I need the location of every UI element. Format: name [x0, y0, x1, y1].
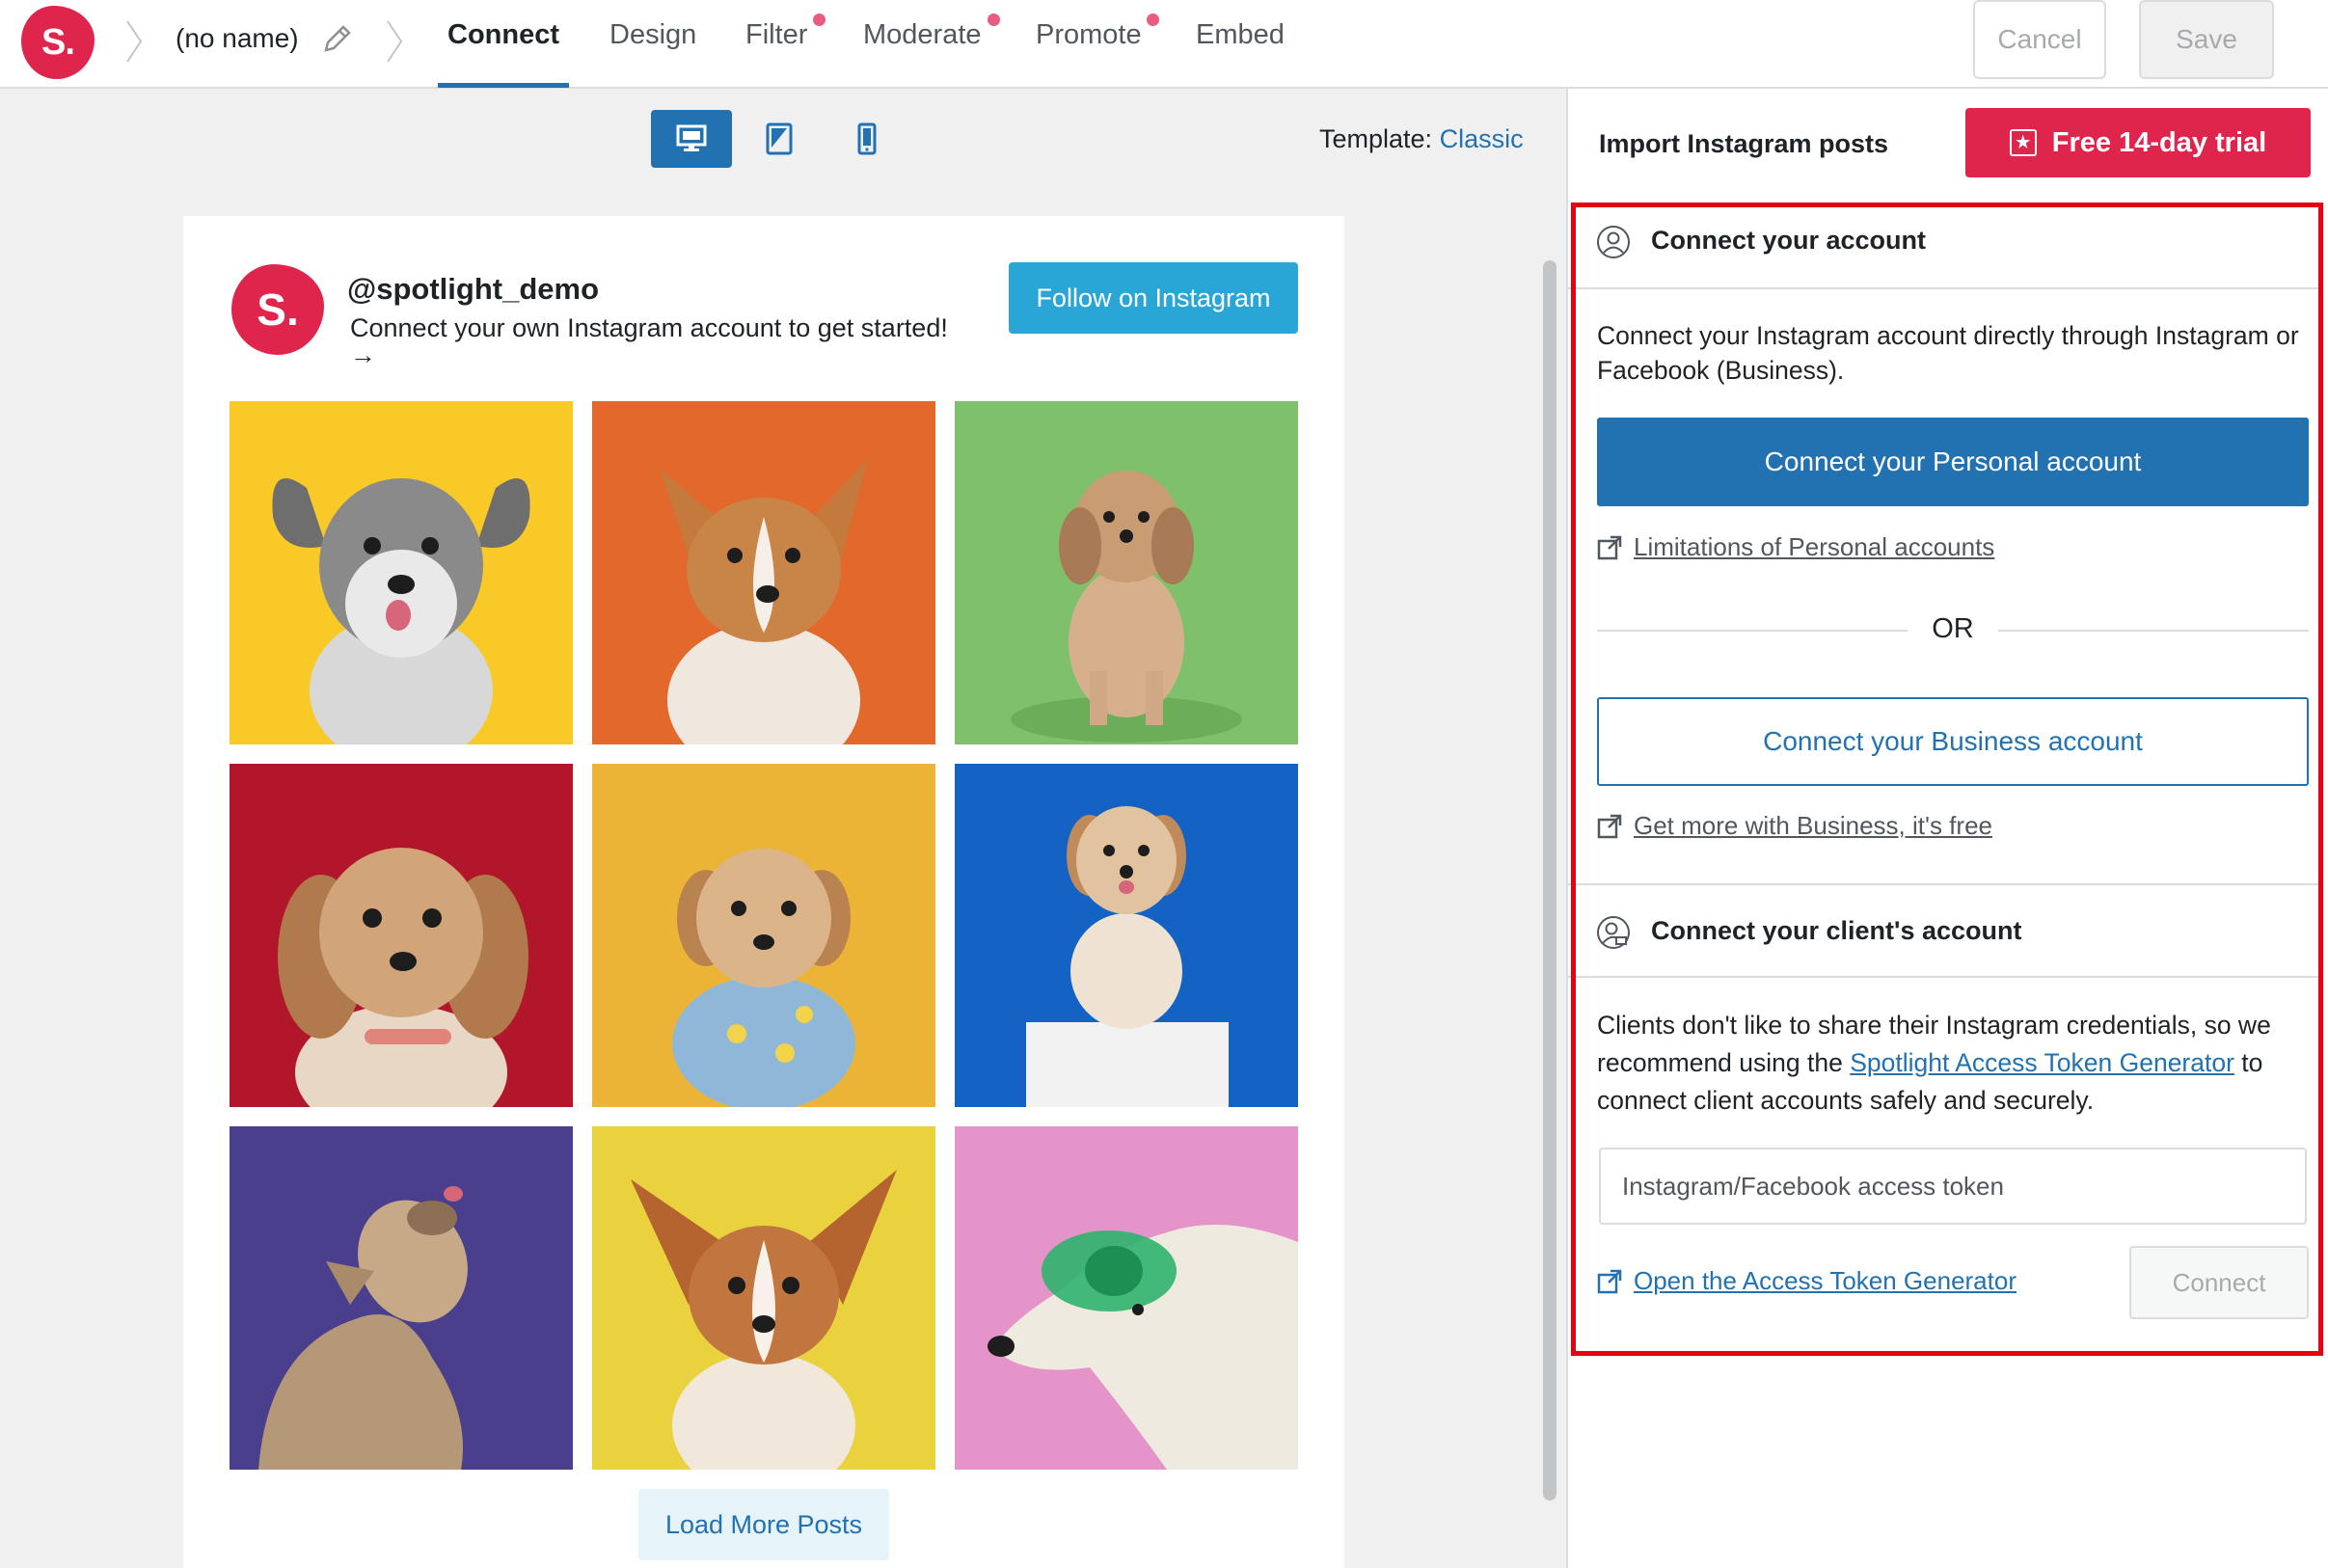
dog-illustration [230, 764, 573, 1107]
or-divider: OR [1597, 613, 2309, 648]
tab-promote[interactable]: Promote [1036, 19, 1142, 51]
access-token-input[interactable] [1599, 1148, 2307, 1225]
follow-on-instagram-button[interactable]: Follow on Instagram [1009, 262, 1298, 334]
dog-illustration [955, 764, 1298, 1107]
tablet-view-button[interactable] [739, 110, 820, 168]
client-account-heading: Connect your client's account [1651, 916, 2022, 945]
feed-bio-text: Connect your own Instagram account to ge… [350, 313, 948, 342]
personal-limitations-label: Limitations of Personal accounts [1634, 532, 1995, 561]
or-text: OR [1932, 613, 1974, 644]
connect-account-header[interactable]: Connect your account [1568, 195, 2320, 289]
pencil-icon[interactable] [320, 21, 355, 56]
dog-illustration [955, 1126, 1298, 1470]
client-user-icon [1597, 916, 1630, 949]
feed-bio: Connect your own Instagram account to ge… [350, 314, 967, 368]
tab-filter[interactable]: Filter [745, 19, 807, 51]
desktop-icon [676, 124, 707, 151]
tab-connect[interactable]: Connect [447, 19, 559, 51]
user-circle-icon [1597, 226, 1630, 258]
tab-design[interactable]: Design [609, 19, 696, 51]
connect-business-account-button[interactable]: Connect your Business account [1597, 697, 2309, 786]
dog-illustration [592, 401, 935, 744]
phone-icon [857, 122, 877, 155]
bulldog-purple-photo[interactable] [230, 1126, 573, 1470]
tab-promote-indicator [1147, 14, 1159, 26]
tablet-icon [766, 122, 793, 155]
template-label: Template: [1319, 124, 1433, 153]
desktop-view-button[interactable] [651, 110, 732, 168]
spotlight-logo[interactable]: S. [21, 6, 95, 79]
free-trial-label: Free 14-day trial [2051, 126, 2267, 158]
dog-illustration [230, 401, 573, 744]
external-link-icon [1597, 814, 1622, 838]
puppy-sweater-photo[interactable] [592, 764, 935, 1107]
connect-token-button[interactable]: Connect [2129, 1246, 2309, 1319]
dog-illustration [230, 1126, 573, 1470]
retriever-goggles-photo[interactable] [955, 1126, 1298, 1470]
feed-name[interactable]: (no name) [176, 23, 299, 54]
shihtzu-green-photo[interactable] [955, 401, 1298, 744]
tab-moderate-indicator [988, 14, 1000, 26]
corgi-yellow-photo[interactable] [592, 1126, 935, 1470]
feed-preview: S. @spotlight_demo Connect your own Inst… [183, 216, 1344, 1568]
shihtzu-red-photo[interactable] [230, 764, 573, 1107]
tab-filter-indicator [813, 14, 826, 26]
dog-illustration [592, 764, 935, 1107]
template-selector[interactable]: Template: Classic [1319, 124, 1524, 154]
dog-illustration [955, 401, 1298, 744]
chevron-right-icon [387, 20, 403, 63]
cancel-button[interactable]: Cancel [1973, 0, 2106, 79]
star-icon: ★ [2009, 129, 2037, 156]
token-generator-inline-link[interactable]: Spotlight Access Token Generator [1850, 1048, 2234, 1077]
open-token-generator-link[interactable]: Open the Access Token Generator [1597, 1266, 2017, 1296]
template-value-link[interactable]: Classic [1440, 124, 1524, 153]
preview-scrollbar[interactable] [1543, 260, 1557, 1500]
business-benefits-link[interactable]: Get more with Business, it's free [1597, 811, 1992, 841]
external-link-icon [1597, 1269, 1622, 1293]
sidebar-title: Import Instagram posts [1599, 129, 1889, 158]
client-account-description: Clients don't like to share their Instag… [1597, 1007, 2311, 1120]
chevron-right-icon [126, 20, 143, 63]
open-token-generator-label: Open the Access Token Generator [1634, 1266, 2017, 1295]
corgi-orange-photo[interactable] [592, 401, 935, 744]
feed-username[interactable]: @spotlight_demo [347, 272, 599, 307]
free-trial-button[interactable]: ★ Free 14-day trial [1965, 108, 2311, 177]
phone-view-button[interactable] [826, 110, 907, 168]
save-button[interactable]: Save [2139, 0, 2274, 79]
personal-limitations-link[interactable]: Limitations of Personal accounts [1597, 532, 1994, 562]
business-benefits-label: Get more with Business, it's free [1634, 811, 1992, 840]
external-link-icon [1597, 535, 1622, 559]
arrow-right-icon: → [350, 340, 376, 369]
connect-personal-account-button[interactable]: Connect your Personal account [1597, 418, 2309, 506]
feed-avatar[interactable]: S. [231, 264, 324, 355]
client-account-header[interactable]: Connect your client's account [1568, 883, 2320, 978]
schnauzer-photo[interactable] [230, 401, 573, 744]
dog-illustration [592, 1126, 935, 1470]
load-more-button[interactable]: Load More Posts [638, 1489, 889, 1560]
connect-account-heading: Connect your account [1651, 226, 1927, 255]
top-bar: S. (no name) Connect Design Filter Moder… [0, 0, 2328, 89]
tab-moderate[interactable]: Moderate [863, 19, 982, 51]
tab-embed[interactable]: Embed [1196, 19, 1285, 51]
active-tab-underline [438, 83, 569, 88]
puppy-blue-photo[interactable] [955, 764, 1298, 1107]
connect-account-description: Connect your Instagram account directly … [1597, 321, 2299, 385]
